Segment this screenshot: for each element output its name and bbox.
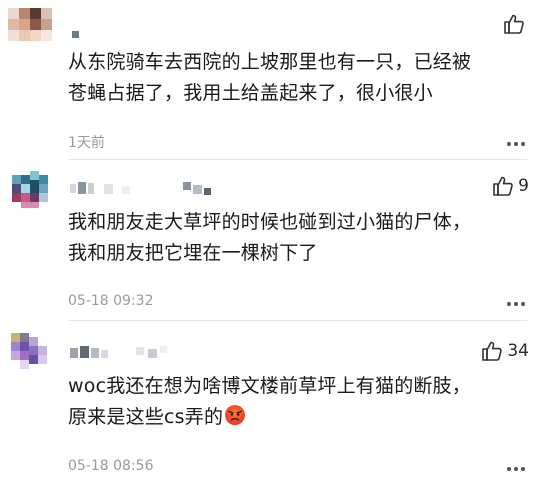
like-count: 9 bbox=[518, 176, 529, 196]
comment-line: 苍蝇占据了，我用土给盖起来了，很小很小 bbox=[68, 82, 433, 104]
comment-item: 34 woc我还在想为啥博文楼前草坪上有猫的断肢， 原来是这些cs弄的 05-1… bbox=[0, 321, 545, 489]
like-button[interactable]: 9 bbox=[492, 174, 529, 198]
thumbs-up-icon bbox=[503, 13, 525, 35]
like-button[interactable]: 34 bbox=[481, 339, 529, 363]
username-blurred[interactable] bbox=[68, 181, 228, 195]
more-dots-icon[interactable] bbox=[507, 142, 525, 146]
comment-item: 9 我和朋友走大草坪的时候也碰到过小猫的尸体， 我和朋友把它埋在一棵树下了 05… bbox=[0, 160, 545, 320]
comment-time: 05-18 09:32 bbox=[68, 293, 154, 309]
comment-text: 从东院骑车去西院的上坡那里也有一只，已经被 苍蝇占据了，我用土给盖起来了，很小很… bbox=[68, 47, 527, 109]
like-count: 34 bbox=[507, 341, 529, 361]
avatar[interactable] bbox=[8, 167, 52, 211]
comment-line-text: 原来是这些cs弄的 bbox=[68, 406, 224, 428]
more-dots-icon[interactable] bbox=[507, 467, 525, 471]
like-button[interactable] bbox=[503, 12, 529, 36]
comment-text: woc我还在想为啥博文楼前草坪上有猫的断肢， 原来是这些cs弄的 bbox=[68, 371, 527, 436]
avatar[interactable] bbox=[8, 329, 52, 373]
avatar[interactable] bbox=[8, 4, 52, 48]
thumbs-up-icon bbox=[492, 175, 514, 197]
comment-time: 05-18 08:56 bbox=[68, 458, 154, 474]
thumbs-up-icon bbox=[481, 340, 503, 362]
username-blurred[interactable] bbox=[68, 24, 80, 38]
comment-item: 从东院骑车去西院的上坡那里也有一只，已经被 苍蝇占据了，我用土给盖起来了，很小很… bbox=[0, 0, 545, 155]
comment-text: 我和朋友走大草坪的时候也碰到过小猫的尸体， 我和朋友把它埋在一棵树下了 bbox=[68, 207, 527, 269]
comment-line: 从东院骑车去西院的上坡那里也有一只，已经被 bbox=[68, 51, 472, 73]
username-blurred[interactable] bbox=[68, 345, 198, 359]
comment-line: woc我还在想为啥博文楼前草坪上有猫的断肢， bbox=[68, 375, 472, 397]
comment-time: 1天前 bbox=[68, 135, 105, 151]
comment-line: 原来是这些cs弄的 bbox=[68, 402, 527, 436]
comment-line: 我和朋友把它埋在一棵树下了 bbox=[68, 242, 318, 264]
more-dots-icon[interactable] bbox=[507, 302, 525, 306]
angry-face-emoji bbox=[224, 404, 246, 436]
comment-line: 我和朋友走大草坪的时候也碰到过小猫的尸体， bbox=[68, 211, 472, 233]
